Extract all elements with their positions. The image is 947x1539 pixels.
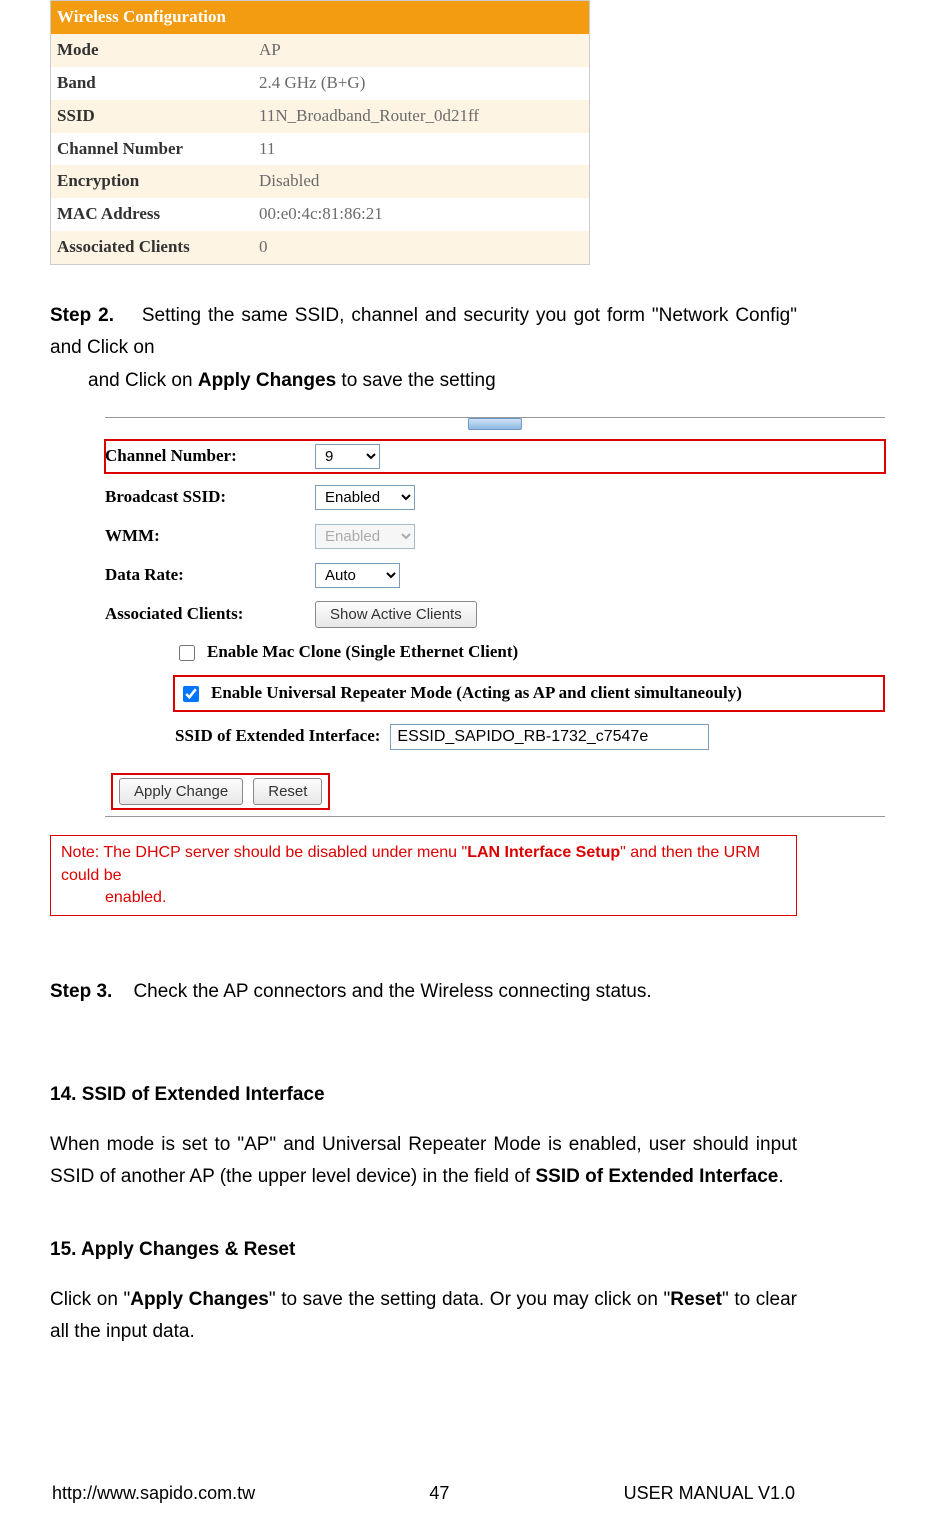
row-label: Mode: [51, 34, 254, 67]
footer-manual: USER MANUAL V1.0: [624, 1478, 795, 1509]
datarate-label: Data Rate:: [105, 561, 315, 590]
ssid-ext-label: SSID of Extended Interface:: [175, 722, 380, 751]
wmm-row: WMM: Enabled: [105, 522, 885, 551]
button-row: Apply Change Reset: [111, 773, 330, 810]
channel-label: Channel Number:: [105, 442, 315, 471]
config-panel: Channel Number: 9 Broadcast SSID: Enable…: [105, 417, 885, 817]
section15-heading: 15. Apply Changes & Reset: [50, 1234, 797, 1266]
mac-clone-label: Enable Mac Clone (Single Ethernet Client…: [207, 638, 518, 667]
section15-text: Click on "Apply Changes" to save the set…: [50, 1284, 797, 1349]
datarate-row: Data Rate: Auto: [105, 561, 885, 590]
step2-bold: Apply Changes: [198, 370, 336, 391]
channel-row: Channel Number: 9: [105, 440, 885, 473]
broadcast-label: Broadcast SSID:: [105, 483, 315, 512]
step2-paragraph: Step 2. Setting the same SSID, channel a…: [50, 300, 797, 397]
row-value: Disabled: [253, 165, 590, 198]
ssid-ext-row: SSID of Extended Interface:: [175, 722, 885, 751]
apply-change-button[interactable]: Apply Change: [119, 778, 243, 805]
wmm-select: Enabled: [315, 524, 415, 549]
row-value: 2.4 GHz (B+G): [253, 67, 590, 100]
row-label: MAC Address: [51, 198, 254, 231]
panel-bottom-rule: [105, 816, 885, 817]
row-value: 00:e0:4c:81:86:21: [253, 198, 590, 231]
note-suffix2: enabled.: [61, 887, 786, 909]
step2-label: Step 2.: [50, 305, 114, 326]
urm-checkbox[interactable]: [183, 686, 199, 702]
note-prefix: Note: The DHCP server should be disabled…: [61, 844, 467, 861]
note-box: Note: The DHCP server should be disabled…: [50, 835, 797, 916]
page-footer: http://www.sapido.com.tw 47 USER MANUAL …: [50, 1478, 797, 1539]
row-value: AP: [253, 34, 590, 67]
urm-row: Enable Universal Repeater Mode (Acting a…: [173, 675, 885, 712]
step3-label: Step 3.: [50, 981, 112, 1002]
assoc-label: Associated Clients:: [105, 600, 315, 629]
wireless-config-table: Wireless Configuration ModeAP Band2.4 GH…: [50, 0, 590, 265]
mac-clone-checkbox[interactable]: [179, 645, 195, 661]
show-active-clients-button[interactable]: Show Active Clients: [315, 601, 477, 628]
footer-page: 47: [429, 1478, 449, 1509]
wmm-label: WMM:: [105, 522, 315, 551]
step2-text-a: Setting the same SSID, channel and secur…: [50, 305, 797, 358]
broadcast-select[interactable]: Enabled: [315, 485, 415, 510]
row-label: Encryption: [51, 165, 254, 198]
scroll-thumb: [468, 418, 522, 430]
step2-text-b: to save the setting: [336, 370, 496, 391]
reset-button[interactable]: Reset: [253, 778, 322, 805]
mac-clone-row: Enable Mac Clone (Single Ethernet Client…: [175, 638, 885, 667]
row-value: 0: [253, 231, 590, 264]
ssid-ext-input[interactable]: [390, 724, 709, 750]
row-label: Associated Clients: [51, 231, 254, 264]
row-label: Band: [51, 67, 254, 100]
step3-text: Check the AP connectors and the Wireless…: [133, 981, 651, 1002]
row-value: 11: [253, 133, 590, 166]
step3-paragraph: Step 3. Check the AP connectors and the …: [50, 976, 797, 1008]
wireless-config-header: Wireless Configuration: [51, 1, 590, 34]
section14-heading: 14. SSID of Extended Interface: [50, 1079, 797, 1111]
row-label: Channel Number: [51, 133, 254, 166]
row-value: 11N_Broadband_Router_0d21ff: [253, 100, 590, 133]
datarate-select[interactable]: Auto: [315, 563, 400, 588]
footer-url: http://www.sapido.com.tw: [52, 1478, 255, 1509]
row-label: SSID: [51, 100, 254, 133]
assoc-row: Associated Clients: Show Active Clients: [105, 600, 885, 629]
broadcast-row: Broadcast SSID: Enabled: [105, 483, 885, 512]
channel-select[interactable]: 9: [315, 444, 380, 469]
urm-label: Enable Universal Repeater Mode (Acting a…: [211, 679, 742, 708]
section14-text: When mode is set to "AP" and Universal R…: [50, 1129, 797, 1194]
note-bold: LAN Interface Setup: [467, 844, 620, 861]
